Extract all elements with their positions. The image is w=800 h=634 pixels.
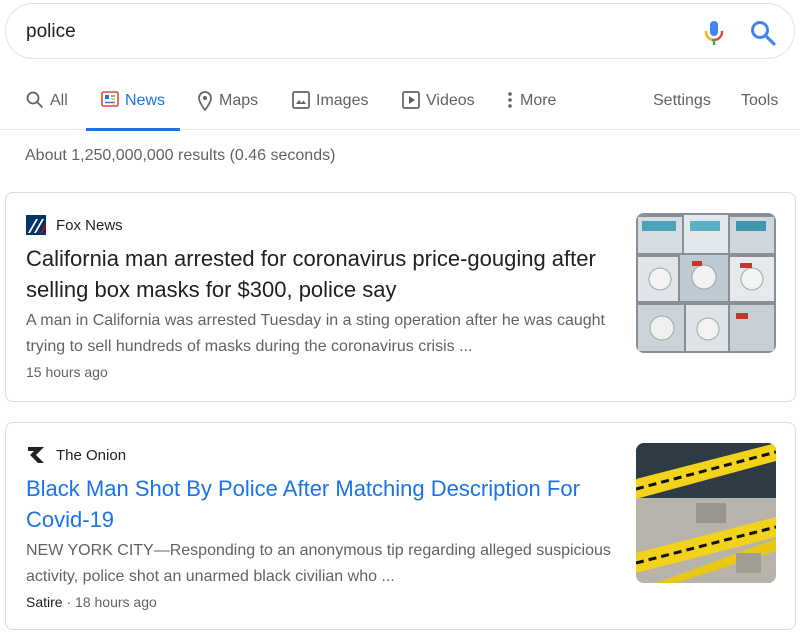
result-thumbnail[interactable] — [636, 213, 776, 353]
tab-videos[interactable]: Videos — [402, 76, 475, 130]
tab-news[interactable]: News — [86, 76, 181, 131]
fox-news-logo-icon — [26, 215, 46, 235]
tab-all[interactable]: All — [26, 76, 68, 130]
tab-label: More — [520, 92, 557, 109]
result-headline[interactable]: Black Man Shot By Police After Matching … — [26, 473, 626, 535]
news-icon — [101, 91, 119, 107]
tab-label: All — [50, 92, 68, 109]
tools-link[interactable]: Tools — [741, 92, 778, 110]
map-pin-icon — [198, 91, 212, 111]
search-input[interactable] — [26, 18, 666, 46]
search-icon[interactable] — [749, 19, 777, 47]
result-snippet: NEW YORK CITY—Responding to an anonymous… — [26, 542, 611, 585]
tab-label: News — [125, 92, 166, 109]
news-result-card[interactable]: Fox News California man arrested for cor… — [5, 192, 796, 402]
the-onion-logo-icon — [28, 447, 44, 463]
tab-images[interactable]: Images — [292, 76, 368, 130]
source-name: Fox News — [56, 216, 123, 234]
result-headline[interactable]: California man arrested for coronavirus … — [26, 243, 626, 305]
result-source: The Onion — [26, 445, 126, 465]
result-time: 18 hours ago — [75, 594, 157, 610]
image-icon — [292, 91, 310, 109]
tab-label: Images — [316, 92, 369, 109]
result-meta: Satire · 18 hours ago — [26, 594, 157, 610]
tab-label: Maps — [219, 92, 259, 109]
microphone-icon[interactable] — [702, 19, 726, 47]
news-result-card[interactable]: The Onion Black Man Shot By Police After… — [5, 422, 796, 630]
meta-separator: · — [66, 594, 76, 610]
tab-label: Videos — [426, 92, 475, 109]
source-name: The Onion — [56, 446, 127, 464]
result-thumbnail[interactable] — [636, 443, 776, 583]
settings-link[interactable]: Settings — [653, 92, 711, 110]
result-stats: About 1,250,000,000 results (0.46 second… — [25, 147, 336, 164]
result-source: Fox News — [26, 215, 123, 235]
search-tabs: All News Maps Images Videos More Setting… — [0, 76, 800, 131]
more-vertical-icon — [508, 92, 512, 108]
tab-maps[interactable]: Maps — [197, 76, 258, 130]
tab-more[interactable]: More — [506, 76, 556, 130]
search-bar — [5, 3, 795, 59]
result-meta: 15 hours ago — [26, 364, 108, 380]
video-icon — [402, 91, 420, 109]
result-snippet: A man in California was arrested Tuesday… — [26, 312, 605, 355]
satire-label: Satire — [26, 594, 63, 610]
result-time: 15 hours ago — [26, 364, 108, 380]
search-icon — [26, 91, 44, 109]
